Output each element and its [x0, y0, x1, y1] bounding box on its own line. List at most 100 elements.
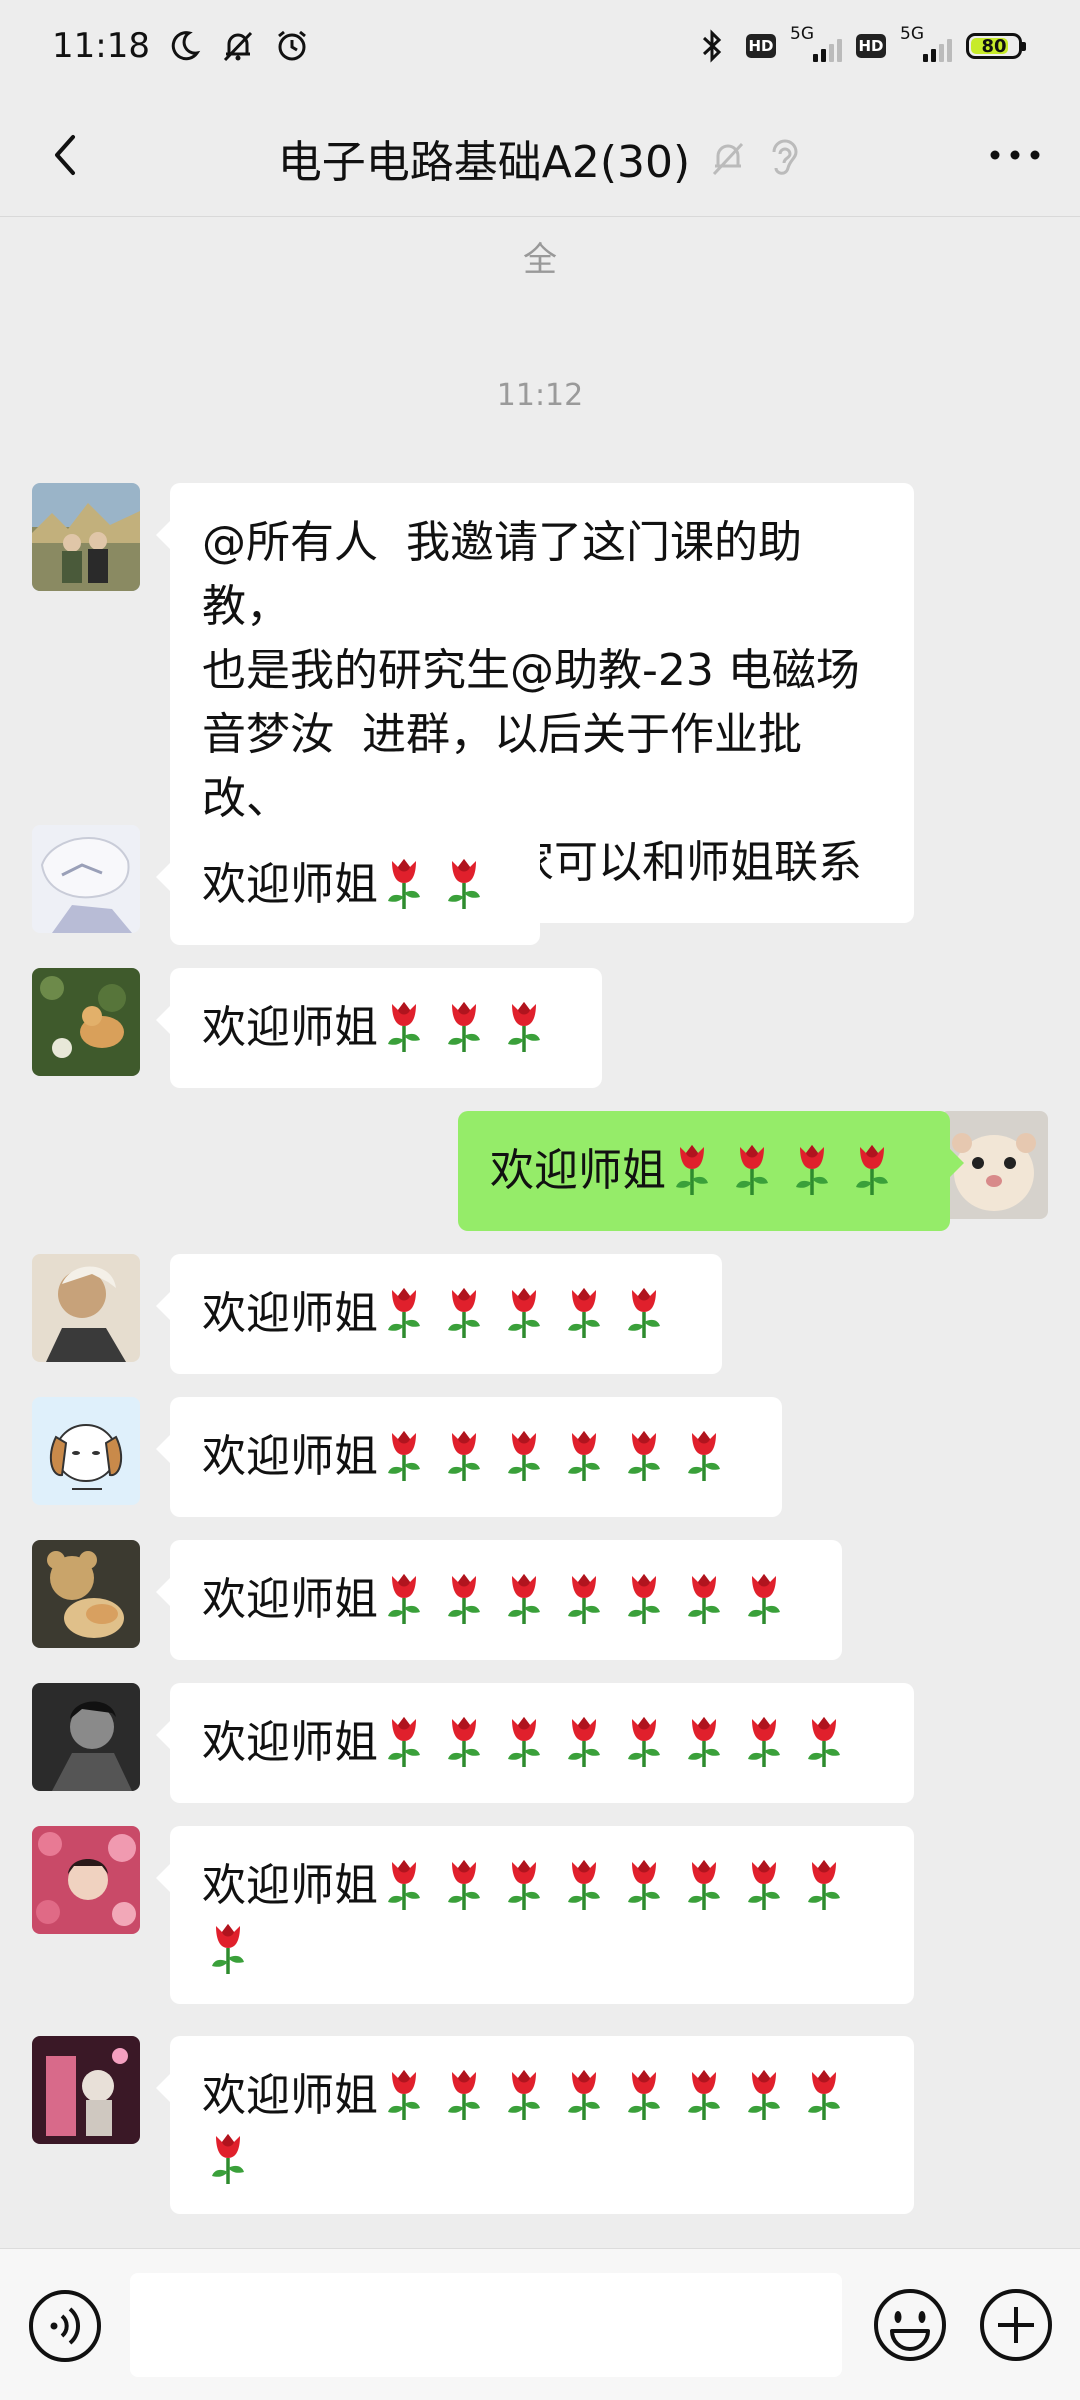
rose-emoji [558, 1282, 610, 1340]
network-type-2: 5G [900, 24, 924, 44]
message-text: 欢迎师姐 [202, 1574, 378, 1625]
message-text: 欢迎师姐 [202, 859, 378, 910]
message-bubble[interactable]: 欢迎师姐 [156, 825, 540, 945]
avatar[interactable] [32, 1826, 140, 1934]
rose-emoji [498, 1854, 550, 1912]
avatar[interactable] [32, 2036, 140, 2144]
message-text: 欢迎师姐 [202, 2070, 378, 2121]
rose-emojis [378, 1431, 738, 1482]
chat-header: 电子电路基础A2(30) [0, 98, 1080, 217]
rose-emojis [378, 859, 498, 910]
rose-emoji [666, 1139, 718, 1197]
rose-emoji [438, 1425, 490, 1483]
network-type-1: 5G [790, 24, 814, 44]
rose-emoji [558, 1568, 610, 1626]
rose-emoji [618, 1854, 670, 1912]
message-bubble[interactable]: 欢迎师姐 [156, 1254, 722, 1374]
rose-emoji [438, 1711, 490, 1769]
rose-emoji [438, 1282, 490, 1340]
message-text: 欢迎师姐 [202, 1860, 378, 1911]
rose-emoji [798, 2064, 850, 2122]
avatar[interactable] [32, 1683, 140, 1791]
rose-emoji [498, 1568, 550, 1626]
rose-emoji [438, 1854, 490, 1912]
system-message: 全 [523, 240, 557, 280]
signal-icon-1: 5G [790, 24, 842, 66]
message-bubble-self[interactable]: 欢迎师姐 [458, 1111, 964, 1231]
plus-icon [980, 2289, 1052, 2361]
rose-emoji [378, 1711, 430, 1769]
avatar[interactable] [32, 1254, 140, 1362]
moon-icon [164, 26, 204, 66]
rose-emoji [558, 2064, 610, 2122]
hd-badge-2: HD [856, 34, 886, 58]
chat-title-wrap: 电子电路基础A2(30) [0, 126, 1080, 190]
rose-emoji [678, 1425, 730, 1483]
rose-emoji [738, 1568, 790, 1626]
rose-emoji [498, 1711, 550, 1769]
message-bubble[interactable]: 欢迎师姐 [156, 1397, 782, 1517]
rose-emoji [618, 1711, 670, 1769]
rose-emoji [738, 1854, 790, 1912]
rose-emoji [438, 853, 490, 911]
rose-emoji [202, 2128, 254, 2186]
avatar[interactable] [32, 968, 140, 1076]
rose-emojis [378, 1574, 798, 1625]
avatar[interactable] [32, 1540, 140, 1648]
chat-screen: 11:18 HD 5G HD 5G 80 电子电路基础A2(30) 全 11:1… [0, 0, 1080, 2400]
battery-level: 80 [981, 35, 1007, 57]
avatar[interactable] [32, 483, 140, 591]
rose-emoji [798, 1711, 850, 1769]
battery-icon: 80 [966, 33, 1026, 59]
rose-emojis [666, 1145, 906, 1196]
rose-emoji [378, 1568, 430, 1626]
chat-title: 电子电路基础A2(30) [277, 137, 691, 188]
emoji-button[interactable] [870, 2285, 950, 2365]
rose-emoji [846, 1139, 898, 1197]
rose-emoji [438, 2064, 490, 2122]
message-bubble[interactable]: 欢迎师姐 [156, 1826, 914, 2004]
rose-emoji [618, 1568, 670, 1626]
rose-emojis [378, 1717, 858, 1768]
emoji-icon [874, 2289, 946, 2361]
bluetooth-icon [692, 26, 732, 66]
voice-icon [29, 2290, 101, 2362]
bell-off-icon [218, 26, 258, 66]
rose-emoji [378, 2064, 430, 2122]
rose-emoji [438, 1568, 490, 1626]
avatar[interactable] [32, 1397, 140, 1505]
more-actions-button[interactable] [976, 2285, 1056, 2365]
status-right: HD 5G HD 5G 80 [692, 24, 1026, 66]
rose-emoji [202, 1918, 254, 1976]
message-input[interactable] [130, 2273, 842, 2377]
status-time: 11:18 [52, 26, 150, 66]
message-bubble[interactable]: 欢迎师姐 [156, 2036, 914, 2214]
rose-emoji [798, 1854, 850, 1912]
rose-emoji [498, 1282, 550, 1340]
message-text: 欢迎师姐 [202, 1002, 378, 1053]
voice-button[interactable] [26, 2287, 104, 2365]
rose-emoji [738, 1711, 790, 1769]
message-text: 欢迎师姐 [490, 1145, 666, 1196]
message-bubble[interactable]: 欢迎师姐 [156, 1683, 914, 1803]
rose-emoji [618, 2064, 670, 2122]
message-bubble[interactable]: 欢迎师姐 [156, 968, 602, 1088]
message-text: 欢迎师姐 [202, 1431, 378, 1482]
more-button[interactable] [980, 120, 1050, 190]
rose-emojis [378, 1002, 558, 1053]
rose-emoji [378, 853, 430, 911]
input-bar [0, 2248, 1080, 2400]
message-bubble[interactable]: 欢迎师姐 [156, 1540, 842, 1660]
hd-badge-1: HD [746, 34, 776, 58]
message-text: 欢迎师姐 [202, 1288, 378, 1339]
rose-emoji [378, 1282, 430, 1340]
alarm-icon [272, 26, 312, 66]
rose-emoji [378, 1425, 430, 1483]
rose-emoji [678, 1854, 730, 1912]
message-text: 欢迎师姐 [202, 1717, 378, 1768]
rose-emoji [618, 1282, 670, 1340]
rose-emoji [678, 2064, 730, 2122]
message-timestamp: 11:12 [496, 378, 584, 413]
avatar[interactable] [32, 825, 140, 933]
rose-emoji [558, 1711, 610, 1769]
